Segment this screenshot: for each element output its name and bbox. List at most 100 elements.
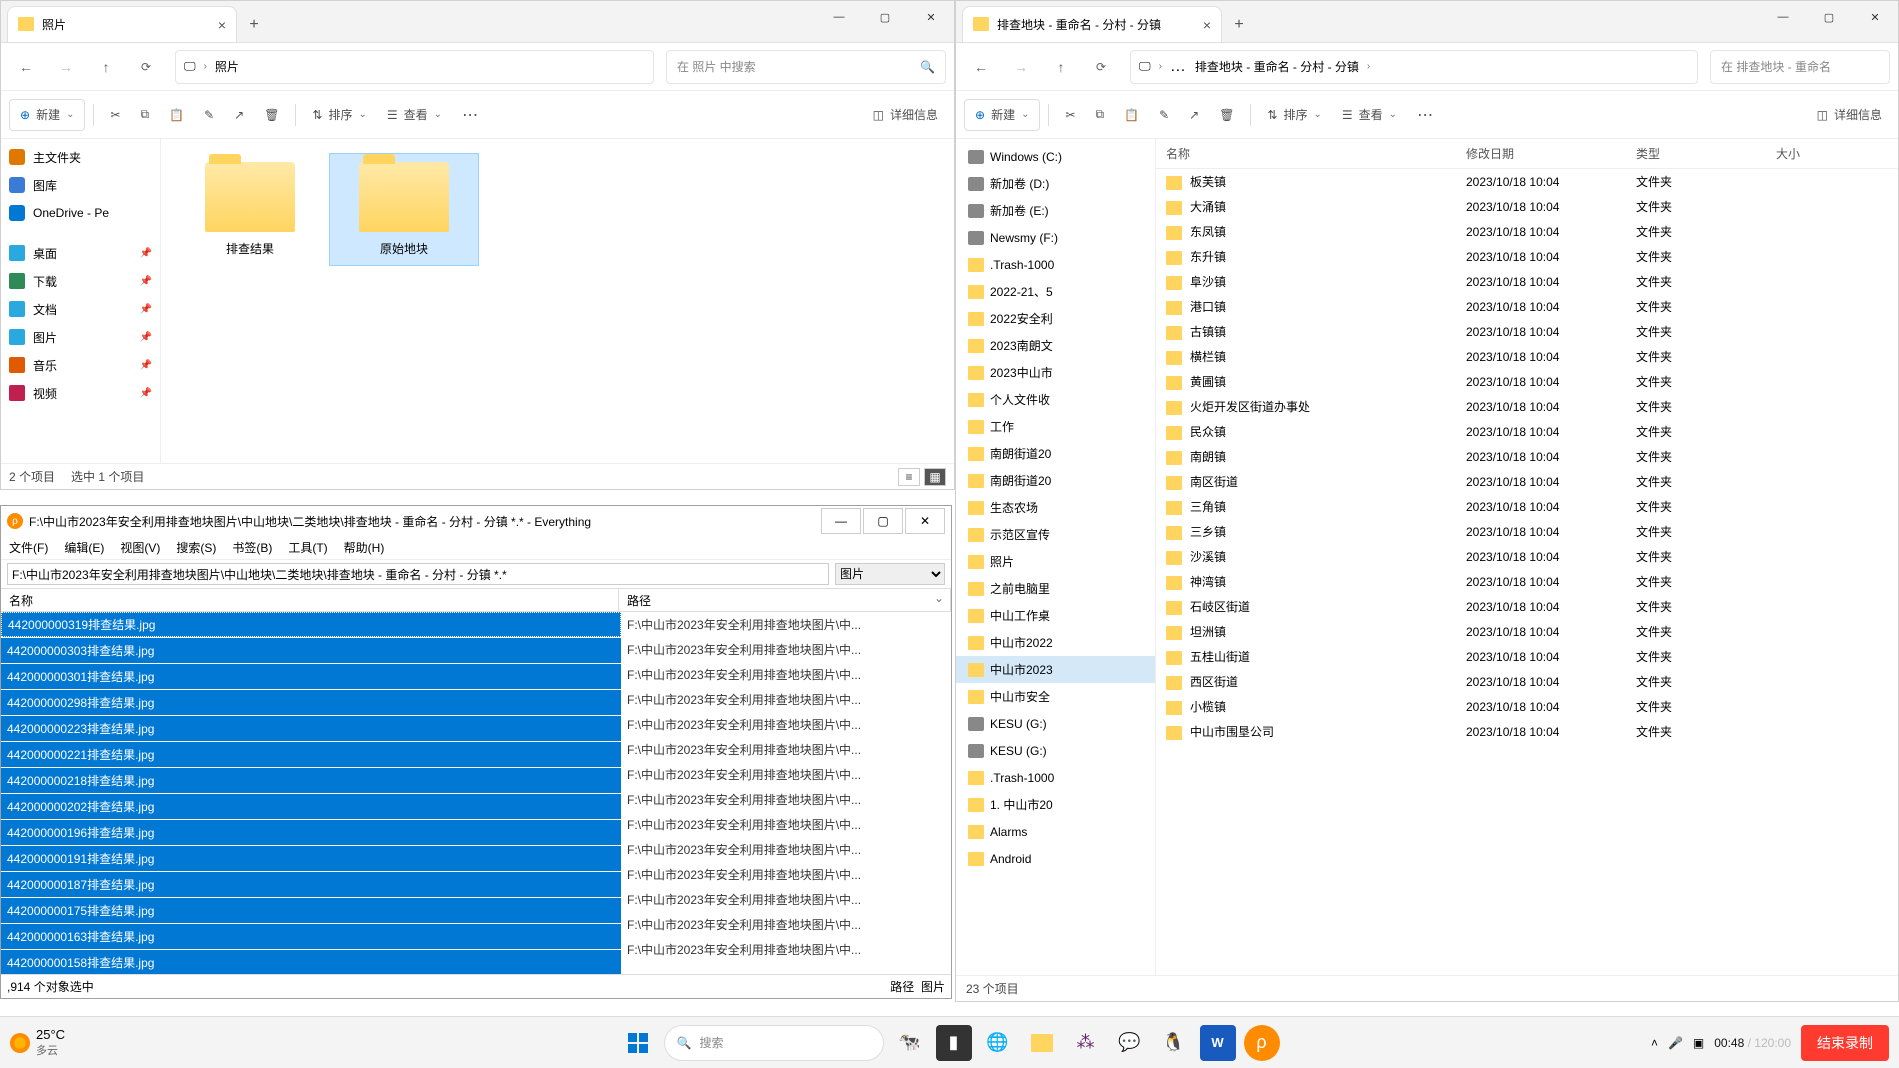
tree-item[interactable]: 1. 中山市20 [956, 791, 1155, 818]
menu-item[interactable]: 视图(V) [120, 539, 160, 556]
result-name[interactable]: 442000000303排查结果.jpg [1, 638, 621, 663]
word-icon[interactable]: W [1200, 1025, 1236, 1061]
rename-button[interactable]: ✎ [1151, 99, 1177, 131]
col-name[interactable]: 名称 [1156, 139, 1456, 169]
query-input[interactable] [7, 563, 829, 585]
result-name[interactable]: 442000000319排查结果.jpg [1, 612, 621, 637]
sidebar-item[interactable]: 图库 [1, 171, 160, 199]
table-row[interactable]: 黄圃镇2023/10/18 10:04文件夹 [1156, 369, 1898, 394]
tree-item[interactable]: Alarms [956, 818, 1155, 845]
copy-button[interactable]: ⧉ [1088, 99, 1113, 131]
table-row[interactable]: 古镇镇2023/10/18 10:04文件夹 [1156, 319, 1898, 344]
tree-item[interactable]: .Trash-1000 [956, 251, 1155, 278]
col-modified[interactable]: 修改日期 [1456, 139, 1626, 169]
more-button[interactable]: ⋯ [454, 99, 487, 131]
maximize-button[interactable]: ▢ [862, 1, 908, 33]
tree-item[interactable]: 个人文件收 [956, 386, 1155, 413]
delete-button[interactable]: 🗑 [1211, 99, 1242, 131]
tree-item[interactable]: 新加卷 (D:) [956, 170, 1155, 197]
new-tab-button[interactable]: + [237, 8, 271, 42]
ellipsis-icon[interactable]: … [1170, 58, 1187, 76]
table-row[interactable]: 神湾镇2023/10/18 10:04文件夹 [1156, 569, 1898, 594]
cut-button[interactable]: ✂ [1057, 99, 1083, 131]
slack-icon[interactable]: ⁂ [1068, 1025, 1104, 1061]
rename-button[interactable]: ✎ [196, 99, 222, 131]
table-row[interactable]: 中山市围垦公司2023/10/18 10:04文件夹 [1156, 719, 1898, 744]
minimize-button[interactable]: — [1760, 1, 1806, 33]
close-window-button[interactable]: ✕ [1852, 1, 1898, 33]
sort-button[interactable]: ⇅ 排序 ⌄ [304, 99, 374, 131]
tree-item[interactable]: .Trash-1000 [956, 764, 1155, 791]
menu-item[interactable]: 工具(T) [288, 539, 327, 556]
refresh-button[interactable]: ⟳ [129, 50, 163, 84]
qq-icon[interactable]: 🐧 [1156, 1025, 1192, 1061]
forward-button[interactable]: → [1004, 50, 1038, 84]
tree-item[interactable]: 中山市安全 [956, 683, 1155, 710]
table-row[interactable]: 横栏镇2023/10/18 10:04文件夹 [1156, 344, 1898, 369]
edge-icon[interactable]: 🌐 [980, 1025, 1016, 1061]
tree-item[interactable]: 2022安全利 [956, 305, 1155, 332]
result-name[interactable]: 442000000301排查结果.jpg [1, 664, 621, 689]
result-name[interactable]: 442000000196排查结果.jpg [1, 820, 621, 845]
folder-item[interactable]: 排查结果 [175, 153, 325, 266]
menu-item[interactable]: 书签(B) [232, 539, 272, 556]
everything-taskbar-icon[interactable]: ρ [1244, 1025, 1280, 1061]
result-name[interactable]: 442000000221排查结果.jpg [1, 742, 621, 767]
title-bar[interactable]: ρ F:\中山市2023年安全利用排查地块图片\中山地块\二类地块\排查地块 -… [1, 506, 951, 536]
col-path[interactable]: 路径⌄ [619, 589, 951, 611]
close-window-button[interactable]: ✕ [908, 1, 954, 33]
copy-button[interactable]: ⧉ [133, 99, 158, 131]
view-button[interactable]: ☰ 查看 ⌄ [1334, 99, 1405, 131]
start-button[interactable] [620, 1025, 656, 1061]
tree-item[interactable]: 2023中山市 [956, 359, 1155, 386]
view-button[interactable]: ☰ 查看 ⌄ [379, 99, 450, 131]
tree-item[interactable]: 南朗街道20 [956, 440, 1155, 467]
sidebar-item[interactable]: 下载📌 [1, 267, 160, 295]
tree-item[interactable]: 中山市2023 [956, 656, 1155, 683]
table-row[interactable]: 港口镇2023/10/18 10:04文件夹 [1156, 294, 1898, 319]
share-button[interactable]: ↗ [226, 99, 252, 131]
table-row[interactable]: 小榄镇2023/10/18 10:04文件夹 [1156, 694, 1898, 719]
maximize-button[interactable]: ▢ [1806, 1, 1852, 33]
results-list[interactable]: 442000000319排查结果.jpg442000000303排查结果.jpg… [1, 612, 951, 974]
table-row[interactable]: 东升镇2023/10/18 10:04文件夹 [1156, 244, 1898, 269]
result-name[interactable]: 442000000187排查结果.jpg [1, 872, 621, 897]
nav-sidebar[interactable]: 主文件夹图库OneDrive - Pe桌面📌下载📌文档📌图片📌音乐📌视频📌 [1, 139, 161, 463]
list-view-toggle[interactable]: ≡ [898, 468, 920, 486]
tab-folder[interactable]: 排查地块 - 重命名 - 分村 - 分镇 × [962, 6, 1222, 42]
tab-photos[interactable]: 照片 × [7, 6, 237, 42]
tree-item[interactable]: 中山市2022 [956, 629, 1155, 656]
table-row[interactable]: 阜沙镇2023/10/18 10:04文件夹 [1156, 269, 1898, 294]
tree-item[interactable]: Android [956, 845, 1155, 872]
tree-item[interactable]: 2022-21、5 [956, 278, 1155, 305]
new-tab-button[interactable]: + [1222, 8, 1256, 42]
up-button[interactable]: ↑ [89, 50, 123, 84]
tree-item[interactable]: 中山工作桌 [956, 602, 1155, 629]
result-name[interactable]: 442000000298排查结果.jpg [1, 690, 621, 715]
sidebar-item[interactable]: OneDrive - Pe [1, 199, 160, 227]
sidebar-item[interactable]: 图片📌 [1, 323, 160, 351]
minimize-button[interactable]: — [816, 1, 862, 33]
paste-button[interactable]: 📋 [161, 99, 192, 131]
wechat-icon[interactable]: 💬 [1112, 1025, 1148, 1061]
table-row[interactable]: 板芙镇2023/10/18 10:04文件夹 [1156, 169, 1898, 195]
new-button[interactable]: ⊕ 新建 ⌄ [964, 99, 1040, 131]
back-button[interactable]: ← [964, 50, 998, 84]
tree-item[interactable]: 照片 [956, 548, 1155, 575]
result-name[interactable]: 442000000191排查结果.jpg [1, 846, 621, 871]
table-row[interactable]: 五桂山街道2023/10/18 10:04文件夹 [1156, 644, 1898, 669]
table-row[interactable]: 南区街道2023/10/18 10:04文件夹 [1156, 469, 1898, 494]
col-size[interactable]: 大小 [1766, 139, 1898, 169]
cast-icon[interactable]: ▣ [1693, 1036, 1704, 1050]
grid-view-toggle[interactable]: ▦ [924, 468, 946, 486]
col-type[interactable]: 类型 [1626, 139, 1766, 169]
table-row[interactable]: 南朗镇2023/10/18 10:04文件夹 [1156, 444, 1898, 469]
explorer-icon[interactable] [1024, 1025, 1060, 1061]
close-icon[interactable]: × [218, 17, 226, 33]
refresh-button[interactable]: ⟳ [1084, 50, 1118, 84]
breadcrumb[interactable]: 🖵 › 照片 [175, 50, 654, 84]
sidebar-item[interactable]: 桌面📌 [1, 239, 160, 267]
sort-button[interactable]: ⇅ 排序 ⌄ [1259, 99, 1329, 131]
menu-item[interactable]: 搜索(S) [176, 539, 216, 556]
table-row[interactable]: 大涌镇2023/10/18 10:04文件夹 [1156, 194, 1898, 219]
